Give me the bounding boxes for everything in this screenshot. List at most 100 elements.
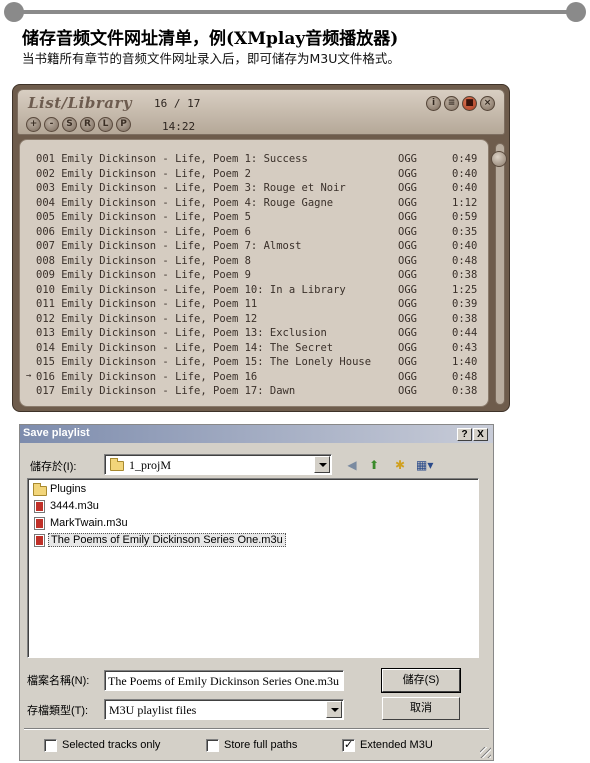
playlist-row[interactable]: 004 Emily Dickinson - Life, Poem 4: Roug… [20,197,488,212]
track-duration: 0:44 [452,327,478,339]
track-title: 014 Emily Dickinson - Life, Poem 14: The… [36,341,334,354]
playlist-row[interactable]: 013 Emily Dickinson - Life, Poem 13: Exc… [20,327,488,342]
track-format: OGG [398,225,417,238]
page-subtitle: 当书籍所有章节的音频文件网址录入后，即可储存为M3U文件格式。 [22,51,400,66]
track-duration: 0:43 [452,341,478,354]
save-in-value: 1_projM [129,458,171,472]
track-title: 002 Emily Dickinson - Life, Poem 2 [36,167,251,180]
file-name: 3444.m3u [50,500,99,512]
filename-value: The Poems of Emily Dickinson Series One.… [108,674,339,688]
track-format: OGG [398,196,417,209]
playlist-row[interactable]: 014 Emily Dickinson - Life, Poem 14: The… [20,342,488,357]
track-title: 004 Emily Dickinson - Life, Poem 4: Roug… [36,196,334,209]
playlist-row[interactable]: 001 Emily Dickinson - Life, Poem 1: Succ… [20,153,488,168]
store-full-paths-checkbox[interactable] [206,739,219,752]
resize-grip[interactable] [480,747,491,758]
track-title: 016 Emily Dickinson - Life, Poem 16 [36,370,258,383]
playlist-row[interactable]: 015 Emily Dickinson - Life, Poem 15: The… [20,356,488,371]
chevron-down-icon[interactable] [326,701,342,718]
back-icon[interactable]: ◀ [344,457,360,473]
track-title: 012 Emily Dickinson - Life, Poem 12 [36,312,258,325]
track-title: 013 Emily Dickinson - Life, Poem 13: Exc… [36,327,327,339]
total-time: 14:22 [162,120,196,133]
save-in-dropdown[interactable]: 1_projM [104,454,332,475]
track-format: OGG [398,385,417,397]
track-duration: 0:48 [452,370,478,383]
filetype-value: M3U playlist files [109,703,197,717]
xmplay-window: List/Library 16 / 17 14:22 + - S R L P i… [12,84,510,412]
close-icon[interactable]: × [480,96,495,111]
track-duration: 1:25 [452,283,478,296]
playlist-scrollbar[interactable] [495,143,505,405]
library-icon[interactable]: ≡ [444,96,459,111]
playlist-row[interactable]: 005 Emily Dickinson - Life, Poem 5 OGG 0:5… [20,211,488,226]
header-dot-right [566,2,586,22]
save-button[interactable]: 儲存(S) [381,668,461,693]
track-format: OGG [398,283,417,296]
track-duration: 0:40 [452,182,478,194]
track-format: OGG [398,356,417,368]
dialog-title: Save playlist [23,427,90,439]
repeat-button[interactable]: R [80,117,95,132]
save-in-label: 儲存於(I): [30,461,77,473]
current-track-arrow-icon: → [26,370,32,381]
playlist-row[interactable]: → 016 Emily Dickinson - Life, Poem 16 OGG 0… [20,371,488,386]
folder-icon [33,483,47,496]
shuffle-button[interactable]: S [62,117,77,132]
track-duration: 0:38 [452,312,478,325]
search-button[interactable]: P [116,117,131,132]
track-duration: 1:40 [452,356,478,368]
file-list: Plugins 3444.m3u MarkTwain.m3u The Poems… [27,478,479,658]
playlist-row[interactable]: 012 Emily Dickinson - Life, Poem 12 OGG 0:… [20,313,488,328]
add-track-button[interactable]: + [26,117,41,132]
new-folder-icon[interactable]: ✱ [392,457,408,473]
playlist-row[interactable]: 006 Emily Dickinson - Life, Poem 6 OGG 0:3… [20,226,488,241]
track-title: 005 Emily Dickinson - Life, Poem 5 [36,211,251,223]
store-full-paths-label: Store full paths [224,739,298,751]
track-format: OGG [398,153,417,165]
track-title: 011 Emily Dickinson - Life, Poem 11 [36,298,258,310]
list-button[interactable]: L [98,117,113,132]
playlist-row[interactable]: 017 Emily Dickinson - Life, Poem 17: Daw… [20,385,488,400]
info-icon[interactable]: i [426,96,441,111]
cancel-button[interactable]: 取消 [382,697,460,720]
extended-m3u-label: Extended M3U [360,739,433,751]
track-format: OGG [398,341,417,354]
scrollbar-thumb[interactable] [491,151,507,167]
track-format: OGG [398,167,417,180]
xmplay-logo: List/Library [28,94,133,112]
playlist-row[interactable]: 007 Emily Dickinson - Life, Poem 7: Almo… [20,240,488,255]
chevron-down-icon[interactable] [314,456,330,473]
help-button[interactable]: ? [457,428,472,441]
playlist-row[interactable]: 010 Emily Dickinson - Life, Poem 10: In … [20,284,488,299]
dialog-titlebar: Save playlist ? X [20,425,493,443]
close-button[interactable]: X [473,428,488,441]
filename-input[interactable]: The Poems of Emily Dickinson Series One.… [104,670,344,691]
view-menu-icon[interactable]: ▦▾ [416,457,433,473]
track-title: 001 Emily Dickinson - Life, Poem 1: Succ… [36,153,308,165]
divider [24,728,489,730]
track-duration: 1:12 [452,196,478,209]
up-folder-icon[interactable]: ⬆ [366,457,382,473]
extended-m3u-checkbox[interactable] [342,738,355,752]
playlist-row[interactable]: 003 Emily Dickinson - Life, Poem 3: Roug… [20,182,488,197]
page-title: 储存音频文件网址清单，例(XMplay音频播放器) [22,29,399,49]
playlist: 001 Emily Dickinson - Life, Poem 1: Succ… [19,139,489,407]
playlist-row[interactable]: 009 Emily Dickinson - Life, Poem 9 OGG 0:3… [20,269,488,284]
m3u-file-icon [34,500,45,513]
track-title: 015 Emily Dickinson - Life, Poem 15: The… [36,356,372,368]
track-format: OGG [398,298,417,310]
track-format: OGG [398,240,417,252]
track-title: 007 Emily Dickinson - Life, Poem 7: Almo… [36,240,302,252]
filetype-dropdown[interactable]: M3U playlist files [104,699,344,720]
selected-tracks-checkbox[interactable] [44,739,57,752]
playlist-row[interactable]: 002 Emily Dickinson - Life, Poem 2 OGG 0:4… [20,168,488,183]
stop-icon[interactable]: ■ [462,96,477,111]
track-format: OGG [398,327,417,339]
track-title: 017 Emily Dickinson - Life, Poem 17: Daw… [36,385,296,397]
playlist-row[interactable]: 011 Emily Dickinson - Life, Poem 11 OGG 0:… [20,298,488,313]
remove-track-button[interactable]: - [44,117,59,132]
track-duration: 0:40 [452,240,478,252]
playlist-row[interactable]: 008 Emily Dickinson - Life, Poem 8 OGG 0:4… [20,255,488,270]
header-dot-left [4,2,24,22]
